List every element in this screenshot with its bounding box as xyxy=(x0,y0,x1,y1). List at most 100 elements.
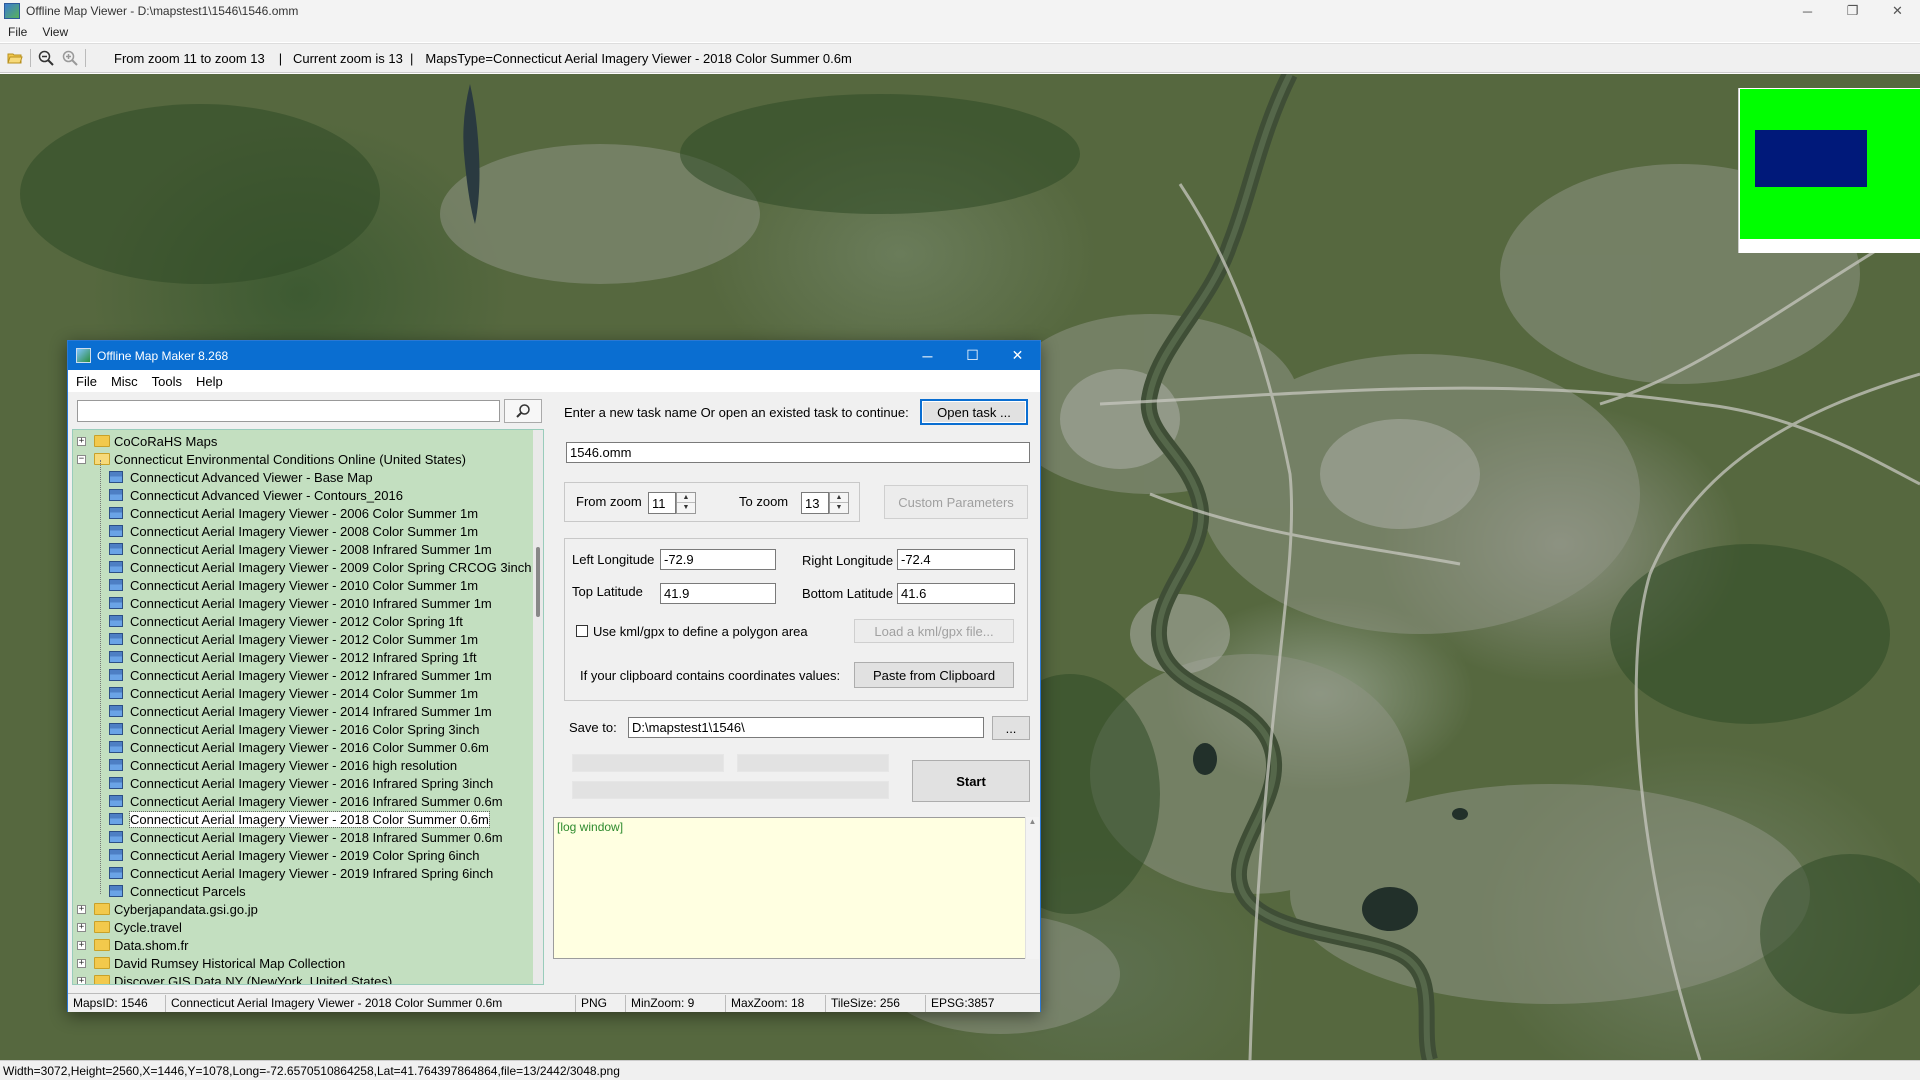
right-longitude-field[interactable]: -72.4 xyxy=(897,549,1015,570)
tree-map-item[interactable]: Connecticut Aerial Imagery Viewer - 2012… xyxy=(109,648,477,666)
dialog-menu-misc[interactable]: Misc xyxy=(111,374,138,389)
expand-icon[interactable]: + xyxy=(77,922,86,932)
log-area[interactable] xyxy=(553,817,1039,959)
expand-icon[interactable]: + xyxy=(77,958,86,968)
tree-map-item[interactable]: Connecticut Aerial Imagery Viewer - 2014… xyxy=(109,684,478,702)
tree-item-label: Connecticut Aerial Imagery Viewer - 2008… xyxy=(130,523,479,539)
tree-item-label: Discover GIS Data NY (NewYork, United St… xyxy=(114,973,393,985)
tree-folder-item[interactable]: + Discover GIS Data NY (NewYork, United S… xyxy=(77,972,393,985)
map-layer-icon xyxy=(109,705,123,717)
dialog-menu-help[interactable]: Help xyxy=(196,374,223,389)
top-latitude-field[interactable]: 41.9 xyxy=(660,583,776,604)
tree-map-item[interactable]: Connecticut Aerial Imagery Viewer - 2006… xyxy=(109,504,478,522)
tree-map-item[interactable]: Connecticut Aerial Imagery Viewer - 2016… xyxy=(109,756,457,774)
left-longitude-label: Left Longitude xyxy=(572,552,655,567)
current-zoom-text: | Current zoom is 13 | xyxy=(278,50,414,66)
from-zoom-label: From zoom xyxy=(576,494,642,509)
tree-item-label: Connecticut Aerial Imagery Viewer - 2008… xyxy=(130,541,492,557)
tree-map-item[interactable]: Connecticut Aerial Imagery Viewer - 2018… xyxy=(109,810,490,828)
map-layer-icon xyxy=(109,579,123,591)
tree-map-item[interactable]: Connecticut Advanced Viewer - Base Map xyxy=(109,468,373,486)
restore-button[interactable]: ❐ xyxy=(1830,0,1875,22)
tree-map-item[interactable]: Connecticut Aerial Imagery Viewer - 2010… xyxy=(109,576,478,594)
expand-icon[interactable]: + xyxy=(77,904,86,914)
tree-map-item[interactable]: Connecticut Aerial Imagery Viewer - 2016… xyxy=(109,774,493,792)
open-folder-icon[interactable] xyxy=(6,49,24,67)
task-prompt-label: Enter a new task name Or open an existed… xyxy=(564,405,909,420)
tree-map-item[interactable]: Connecticut Advanced Viewer - Contours_2… xyxy=(109,486,403,504)
tree-item-label: Connecticut Aerial Imagery Viewer - 2016… xyxy=(130,775,494,791)
close-button[interactable]: ✕ xyxy=(1875,0,1920,22)
expand-icon[interactable]: + xyxy=(77,976,86,984)
browse-folder-button[interactable]: ... xyxy=(992,716,1030,740)
zoom-in-icon[interactable] xyxy=(61,49,79,67)
tree-item-label: Connecticut Aerial Imagery Viewer - 2010… xyxy=(130,577,479,593)
bottom-latitude-field[interactable]: 41.6 xyxy=(897,583,1015,604)
tree-map-item[interactable]: Connecticut Aerial Imagery Viewer - 2016… xyxy=(109,738,489,756)
folder-icon xyxy=(94,903,110,915)
tree-map-item[interactable]: Connecticut Aerial Imagery Viewer - 2012… xyxy=(109,612,463,630)
menu-file[interactable]: File xyxy=(8,25,27,39)
tree-scrollbar[interactable] xyxy=(533,430,543,984)
custom-parameters-button[interactable]: Custom Parameters xyxy=(884,485,1028,519)
use-kml-checkbox[interactable] xyxy=(576,625,588,637)
tree-map-item[interactable]: Connecticut Aerial Imagery Viewer - 2018… xyxy=(109,828,503,846)
log-scrollbar[interactable]: ▲ xyxy=(1025,817,1039,959)
tree-map-item[interactable]: Connecticut Aerial Imagery Viewer - 2009… xyxy=(109,558,532,576)
expand-icon[interactable]: + xyxy=(77,436,86,446)
tree-map-item[interactable]: Connecticut Aerial Imagery Viewer - 2010… xyxy=(109,594,492,612)
tree-map-item[interactable]: Connecticut Parcels xyxy=(109,882,246,900)
status-min-zoom: MinZoom: 9 xyxy=(626,994,726,1012)
to-zoom-spinner[interactable]: ▲ ▼ xyxy=(829,492,849,514)
collapse-icon[interactable]: − xyxy=(77,454,86,464)
to-zoom-field[interactable]: 13 xyxy=(801,492,829,514)
minimap-viewport[interactable] xyxy=(1755,130,1867,187)
log-window[interactable]: [log window] ▲ xyxy=(553,817,1039,959)
tree-map-item[interactable]: Connecticut Aerial Imagery Viewer - 2008… xyxy=(109,522,478,540)
tree-item-label: Connecticut Aerial Imagery Viewer - 2014… xyxy=(130,685,479,701)
task-name-field[interactable]: 1546.omm xyxy=(566,442,1030,463)
tree-folder-item[interactable]: + Cyberjapandata.gsi.go.jp xyxy=(77,900,258,918)
minimize-button[interactable]: ─ xyxy=(1785,0,1830,22)
tree-folder-item[interactable]: + David Rumsey Historical Map Collection xyxy=(77,954,345,972)
tree-folder-item[interactable]: − Connecticut Environmental Conditions On… xyxy=(77,450,466,468)
overview-minimap[interactable] xyxy=(1738,88,1920,253)
open-task-button[interactable]: Open task ... xyxy=(920,399,1028,425)
tree-map-item[interactable]: Connecticut Aerial Imagery Viewer - 2016… xyxy=(109,720,480,738)
tree-folder-item[interactable]: + Data.shom.fr xyxy=(77,936,188,954)
zoom-out-icon[interactable] xyxy=(37,49,55,67)
tree-map-item[interactable]: Connecticut Aerial Imagery Viewer - 2019… xyxy=(109,846,480,864)
tree-map-item[interactable]: Connecticut Aerial Imagery Viewer - 2012… xyxy=(109,666,492,684)
map-search-input[interactable] xyxy=(77,400,500,422)
dialog-close-button[interactable]: ✕ xyxy=(995,341,1040,370)
paste-from-clipboard-button[interactable]: Paste from Clipboard xyxy=(854,662,1014,688)
search-button[interactable] xyxy=(504,399,542,423)
dialog-menu-file[interactable]: File xyxy=(76,374,97,389)
expand-icon[interactable]: + xyxy=(77,940,86,950)
dialog-maximize-button[interactable]: ☐ xyxy=(950,341,995,370)
map-layer-icon xyxy=(109,723,123,735)
folder-icon xyxy=(94,957,110,969)
load-kml-button[interactable]: Load a kml/gpx file... xyxy=(854,619,1014,643)
dialog-title-bar[interactable]: Offline Map Maker 8.268 ─ ☐ ✕ xyxy=(68,341,1040,370)
start-button[interactable]: Start xyxy=(912,760,1030,802)
tree-folder-item[interactable]: + Cycle.travel xyxy=(77,918,182,936)
tree-map-item[interactable]: Connecticut Aerial Imagery Viewer - 2019… xyxy=(109,864,493,882)
dialog-menu-tools[interactable]: Tools xyxy=(152,374,182,389)
menu-view[interactable]: View xyxy=(42,25,68,39)
left-longitude-field[interactable]: -72.9 xyxy=(660,549,776,570)
from-zoom-spinner[interactable]: ▲ ▼ xyxy=(676,492,696,514)
dialog-minimize-button[interactable]: ─ xyxy=(905,341,950,370)
tree-map-item[interactable]: Connecticut Aerial Imagery Viewer - 2008… xyxy=(109,540,492,558)
maps-tree[interactable]: + CoCoRaHS Maps − Connecticut Environmental… xyxy=(72,429,544,985)
tree-item-label: Connecticut Aerial Imagery Viewer - 2018… xyxy=(129,810,490,828)
tree-map-item[interactable]: Connecticut Aerial Imagery Viewer - 2012… xyxy=(109,630,478,648)
from-zoom-field[interactable]: 11 xyxy=(648,492,676,514)
tree-item-label: Connecticut Aerial Imagery Viewer - 2012… xyxy=(130,613,463,629)
use-kml-label: Use kml/gpx to define a polygon area xyxy=(593,624,808,639)
tree-scrollbar-thumb[interactable] xyxy=(536,547,540,617)
tree-folder-item[interactable]: + CoCoRaHS Maps xyxy=(77,432,217,450)
save-to-field[interactable]: D:\mapstest1\1546\ xyxy=(628,717,984,738)
tree-map-item[interactable]: Connecticut Aerial Imagery Viewer - 2016… xyxy=(109,792,503,810)
tree-map-item[interactable]: Connecticut Aerial Imagery Viewer - 2014… xyxy=(109,702,492,720)
